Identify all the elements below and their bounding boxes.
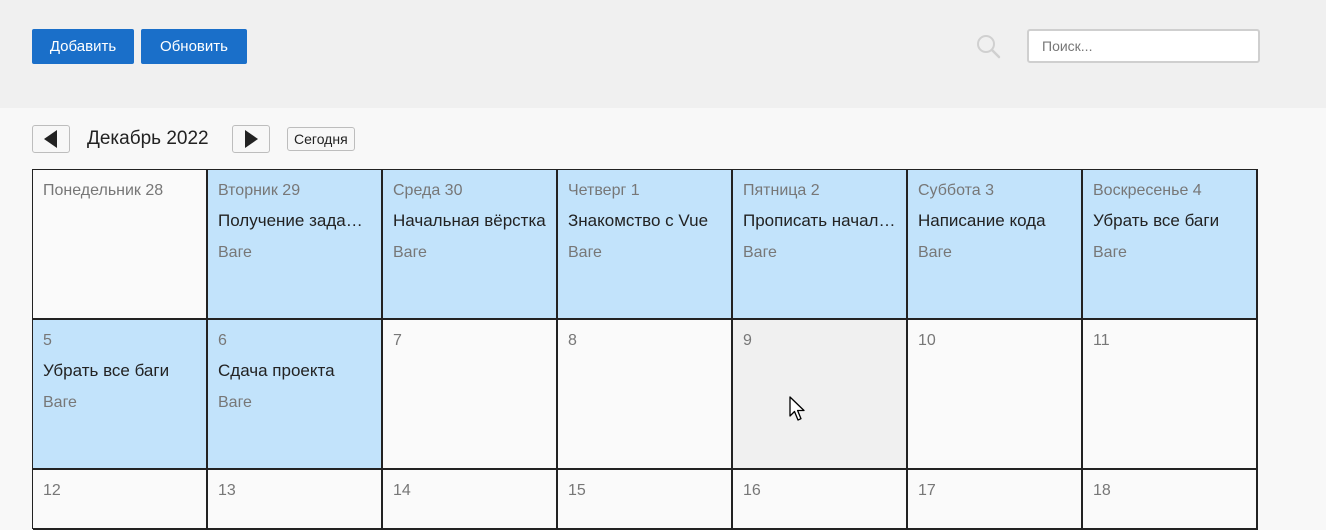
day-cell[interactable]: Пятница 2 Прописать начальный код Ваге	[733, 170, 908, 320]
day-cell[interactable]: Среда 30 Начальная вёрстка Ваге	[383, 170, 558, 320]
day-cell[interactable]: 11	[1083, 320, 1258, 470]
event-title[interactable]: Получение задания	[218, 210, 371, 232]
day-label: Среда 30	[393, 182, 463, 199]
day-cell[interactable]: 8	[558, 320, 733, 470]
event-author: Ваге	[568, 244, 602, 261]
day-label: 5	[43, 332, 52, 349]
refresh-button[interactable]: Обновить	[141, 29, 247, 64]
day-label: Пятница 2	[743, 182, 820, 199]
add-button[interactable]: Добавить	[32, 29, 134, 64]
day-label: 7	[393, 332, 402, 349]
event-title[interactable]: Сдача проекта	[218, 360, 371, 382]
day-label: 11	[1093, 332, 1110, 349]
event-author: Ваге	[218, 394, 252, 411]
day-label: 12	[43, 482, 61, 499]
day-cell[interactable]: 7	[383, 320, 558, 470]
day-cell[interactable]: 18	[1083, 470, 1258, 530]
day-label: 13	[218, 482, 236, 499]
event-title[interactable]: Прописать начальный код	[743, 210, 896, 232]
day-cell[interactable]: Вторник 29 Получение задания Ваге	[208, 170, 383, 320]
day-label: Понедельник 28	[43, 182, 164, 199]
day-label: 18	[1093, 482, 1111, 499]
day-cell[interactable]: 16	[733, 470, 908, 530]
top-toolbar: Добавить Обновить	[0, 0, 1326, 108]
day-cell[interactable]: Четверг 1 Знакомство с Vue Ваге	[558, 170, 733, 320]
search-input[interactable]	[1027, 29, 1260, 63]
day-label: Суббота 3	[918, 182, 994, 199]
day-cell[interactable]: Воскресенье 4 Убрать все баги Ваге	[1083, 170, 1258, 320]
day-label: Воскресенье 4	[1093, 182, 1202, 199]
event-title[interactable]: Знакомство с Vue	[568, 210, 721, 232]
day-cell[interactable]: Понедельник 28	[33, 170, 208, 320]
day-label: 6	[218, 332, 227, 349]
day-cell[interactable]: 15	[558, 470, 733, 530]
day-cell[interactable]: 10	[908, 320, 1083, 470]
day-label: Вторник 29	[218, 182, 301, 199]
day-cell[interactable]: Суббота 3 Написание кода Ваге	[908, 170, 1083, 320]
day-label: Четверг 1	[568, 182, 640, 199]
month-title: Декабрь 2022	[87, 128, 209, 149]
day-label: 14	[393, 482, 411, 499]
day-cell[interactable]: 5 Убрать все баги Ваге	[33, 320, 208, 470]
day-label: 15	[568, 482, 586, 499]
day-cell[interactable]: 12	[33, 470, 208, 530]
event-author: Ваге	[918, 244, 952, 261]
next-month-button[interactable]	[232, 125, 270, 153]
day-cell[interactable]: 17	[908, 470, 1083, 530]
event-title[interactable]: Написание кода	[918, 210, 1071, 232]
day-label: 10	[918, 332, 936, 349]
day-label: 9	[743, 332, 752, 349]
event-author: Ваге	[1093, 244, 1127, 261]
event-title[interactable]: Убрать все баги	[43, 360, 196, 382]
prev-month-button[interactable]	[32, 125, 70, 153]
day-cell[interactable]: 13	[208, 470, 383, 530]
calendar-grid: Понедельник 28 Вторник 29 Получение зада…	[32, 169, 1258, 530]
mouse-cursor-icon	[789, 396, 805, 421]
today-button[interactable]: Сегодня	[287, 127, 355, 151]
day-label: 8	[568, 332, 577, 349]
event-author: Ваге	[743, 244, 777, 261]
day-label: 17	[918, 482, 936, 499]
event-title[interactable]: Убрать все баги	[1093, 210, 1246, 232]
day-cell[interactable]: 14	[383, 470, 558, 530]
day-label: 16	[743, 482, 761, 499]
triangle-right-icon	[245, 130, 258, 148]
day-cell[interactable]: 9	[733, 320, 908, 470]
search-icon[interactable]	[975, 33, 1001, 59]
event-author: Ваге	[393, 244, 427, 261]
event-author: Ваге	[218, 244, 252, 261]
triangle-left-icon	[44, 130, 57, 148]
event-author: Ваге	[43, 394, 77, 411]
event-title[interactable]: Начальная вёрстка	[393, 210, 546, 232]
day-cell[interactable]: 6 Сдача проекта Ваге	[208, 320, 383, 470]
